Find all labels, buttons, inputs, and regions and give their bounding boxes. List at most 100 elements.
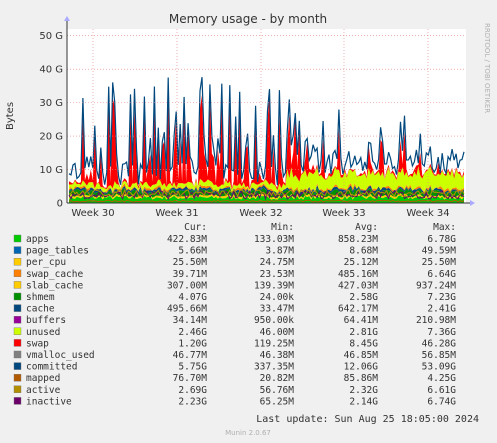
y-axis-ticks: 0 10 G 20 G 30 G 40 G 50 G: [39, 31, 63, 209]
legend-value: 307.00M: [167, 280, 207, 291]
legend-label-swap_cache: swap_cache: [26, 269, 83, 280]
legend-value: 25.50M: [173, 257, 208, 268]
legend-value: 46.38M: [260, 350, 295, 361]
legend-value: 20.82M: [260, 373, 295, 384]
legend-swatch-inactive: [13, 397, 22, 405]
legend-value: 8.45G: [349, 338, 378, 349]
legend-value: 46.00M: [260, 327, 295, 338]
legend-value: 39.71M: [173, 269, 208, 280]
legend-value: 2.58G: [349, 292, 378, 303]
y-axis-label: Bytes: [5, 102, 16, 130]
legend-value: 46.28G: [422, 338, 457, 349]
legend-swatch-committed: [13, 362, 22, 370]
legend-swatch-cache: [13, 304, 22, 312]
legend-value: 64.41M: [344, 315, 379, 326]
legend-label-vmalloc_used: vmalloc_used: [26, 350, 95, 361]
legend-label-per_cpu: per_cpu: [26, 257, 66, 268]
legend-value: 2.32G: [349, 385, 378, 396]
legend-swatch-mapped: [13, 374, 22, 382]
legend-value: 2.46G: [178, 327, 207, 338]
legend-value: 7.23G: [427, 292, 456, 303]
legend-label-slab_cache: slab_cache: [26, 280, 83, 291]
y-tick-label: 40 G: [39, 65, 63, 76]
legend-value: 46.85M: [344, 350, 379, 361]
legend-value: 2.23G: [178, 396, 207, 407]
y-tick-label: 0: [57, 199, 63, 210]
legend-value: 6.78G: [427, 234, 456, 245]
legend-value: 6.74G: [427, 396, 456, 407]
rrdtool-watermark: RRDTOOL / TOBI OETIKER: [483, 23, 491, 113]
legend-swatch-active: [13, 385, 22, 393]
legend-value: 33.47M: [260, 304, 295, 315]
legend-value: 210.98M: [416, 315, 456, 326]
munin-version: Munin 2.0.67: [225, 429, 271, 437]
legend-value: 485.16M: [338, 269, 378, 280]
legend-value: 642.17M: [338, 304, 378, 315]
legend-column-header: Max:: [433, 222, 456, 233]
legend-value: 4.25G: [427, 373, 456, 384]
legend-value: 337.35M: [254, 362, 294, 373]
legend-value: 34.14M: [173, 315, 208, 326]
x-tick-label: Week 30: [71, 208, 114, 219]
legend-value: 495.66M: [167, 304, 207, 315]
y-axis-arrow: [64, 16, 70, 21]
legend-value: 6.61G: [427, 385, 456, 396]
legend-value: 7.36G: [427, 327, 456, 338]
legend-label-shmem: shmem: [26, 292, 55, 303]
legend-column-header: Min:: [271, 222, 294, 233]
legend-value: 3.87M: [265, 246, 294, 257]
legend-label-committed: committed: [26, 362, 77, 373]
legend-value: 49.59M: [422, 246, 457, 257]
legend-swatch-page_tables: [13, 246, 22, 254]
legend-swatch-vmalloc_used: [13, 350, 22, 359]
legend-value: 4.07G: [178, 292, 207, 303]
legend-column-header: Cur:: [184, 222, 207, 233]
memory-usage-chart: Memory usage - by month Bytes RRDTOOL / …: [5, 12, 491, 437]
legend-label-buffers: buffers: [26, 315, 66, 326]
legend: Cur: Min: Avg: Max: apps 422.83M 133.03M 858.23…: [13, 222, 457, 407]
legend-value: 24.75M: [260, 257, 295, 268]
legend-label-apps: apps: [26, 234, 49, 245]
legend-swatch-slab_cache: [13, 281, 22, 289]
legend-label-cache: cache: [26, 304, 55, 315]
legend-value: 139.39M: [254, 280, 294, 291]
legend-value: 53.09G: [422, 362, 457, 373]
y-tick-label: 10 G: [39, 165, 63, 176]
legend-value: 2.14G: [349, 396, 378, 407]
legend-swatch-buffers: [13, 316, 22, 324]
legend-label-swap: swap: [26, 338, 49, 349]
legend-value: 1.20G: [178, 338, 207, 349]
legend-value: 23.53M: [260, 269, 295, 280]
legend-value: 56.76M: [260, 385, 295, 396]
legend-swatch-shmem: [13, 292, 22, 301]
legend-value: 5.75G: [178, 362, 207, 373]
y-tick-label: 50 G: [39, 31, 63, 42]
legend-value: 65.25M: [260, 396, 295, 407]
legend-value: 2.69G: [178, 385, 207, 396]
legend-value: 25.50M: [422, 257, 457, 268]
legend-label-inactive: inactive: [26, 396, 72, 407]
legend-column-header: Avg:: [355, 222, 378, 233]
legend-value: 12.06G: [344, 362, 379, 373]
legend-value: 25.12M: [344, 257, 379, 268]
legend-label-active: active: [26, 385, 61, 396]
legend-value: 5.66M: [178, 246, 207, 257]
legend-swatch-swap_cache: [13, 269, 22, 277]
legend-value: 427.03M: [338, 280, 378, 291]
last-update: Last update: Sun Aug 25 18:05:00 2024: [256, 414, 479, 425]
legend-value: 2.41G: [427, 304, 456, 315]
legend-value: 76.70M: [173, 373, 208, 384]
legend-value: 2.81G: [349, 327, 378, 338]
legend-label-page_tables: page_tables: [26, 246, 89, 257]
legend-swatch-unused: [13, 327, 22, 335]
legend-value: 119.25M: [254, 338, 294, 349]
legend-value: 950.00k: [254, 315, 294, 326]
legend-value: 858.23M: [338, 234, 378, 245]
legend-value: 85.86M: [344, 373, 379, 384]
x-tick-label: Week 33: [322, 208, 365, 219]
legend-value: 133.03M: [254, 234, 294, 245]
legend-value: 422.83M: [167, 234, 207, 245]
x-tick-label: Week 32: [239, 208, 282, 219]
y-tick-label: 20 G: [39, 132, 63, 143]
x-axis-ticks: Week 30 Week 31 Week 32 Week 33 Week 34: [71, 208, 449, 219]
